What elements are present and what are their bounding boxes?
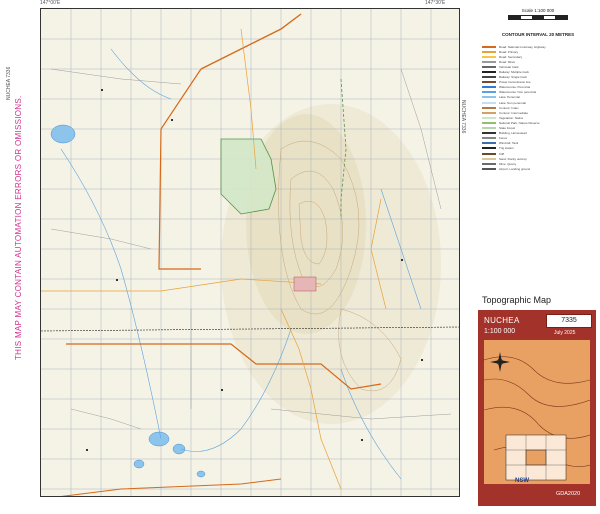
legend-swatch bbox=[482, 60, 496, 63]
legend-label: Road: National motorway, Highway bbox=[499, 44, 546, 49]
legend-swatch bbox=[482, 106, 496, 109]
corner-label-tl: 147°00'E bbox=[40, 0, 61, 6]
legend-swatch bbox=[482, 86, 496, 89]
legend-swatch bbox=[482, 127, 496, 130]
title-block: NUCHEA 1:100 000 7335 July 2025 GDA2020 bbox=[478, 310, 596, 506]
legend-swatch bbox=[482, 91, 496, 94]
topographic-map-heading: Topographic Map bbox=[482, 295, 552, 305]
legend-label: Building, Homestead bbox=[499, 131, 527, 136]
edition-date: July 2025 bbox=[554, 330, 576, 336]
legend-panel: Scale 1:100 000 CONTOUR INTERVAL 20 METR… bbox=[478, 8, 596, 506]
legend-label: Mine, Quarry bbox=[499, 161, 517, 166]
sheet-scale: 1:100 000 bbox=[484, 328, 516, 335]
legend-swatch bbox=[482, 162, 496, 165]
scale-bar-box: Scale 1:100 000 bbox=[508, 8, 568, 28]
legend-label: Road: Minor bbox=[499, 59, 516, 64]
legend-swatch bbox=[482, 55, 496, 58]
legend-swatch bbox=[482, 101, 496, 104]
legend-label: Vegetation: Native bbox=[499, 115, 524, 120]
corner-label-tr: 147°30'E bbox=[425, 0, 446, 6]
scale-bar bbox=[508, 15, 568, 20]
legend-label: Lake: Perennial bbox=[499, 95, 520, 100]
right-margin-label: NUCHEA 7336 bbox=[460, 100, 466, 134]
legend-label: Watercourse: Perennial bbox=[499, 85, 531, 90]
nsw-logo: NSW bbox=[515, 478, 529, 484]
legend-list: Road: National motorway, Highway Road: Pr… bbox=[482, 44, 594, 171]
lake-moonbi bbox=[50, 124, 76, 144]
sheet-name: NUCHEA bbox=[484, 316, 520, 325]
legend-label: Sand, Rocky outcrop bbox=[499, 156, 527, 161]
legend-label: Power transmission line bbox=[499, 80, 531, 85]
legend-label: Railway: Multiple track bbox=[499, 70, 529, 75]
legend-label: Airport, Landing ground bbox=[499, 166, 531, 171]
legend-item: Airport, Landing ground bbox=[482, 166, 594, 171]
scale-title: Scale 1:100 000 bbox=[521, 8, 555, 13]
map-canvas[interactable] bbox=[40, 8, 460, 497]
legend-label: Trig station bbox=[499, 146, 514, 151]
town-moonan bbox=[293, 276, 317, 292]
index-map bbox=[484, 340, 590, 484]
legend-swatch bbox=[482, 65, 496, 68]
legend-swatch bbox=[482, 121, 496, 124]
legend-swatch bbox=[482, 147, 496, 150]
legend-label: Vehicular track bbox=[499, 64, 519, 69]
compass-rose-icon bbox=[490, 352, 510, 372]
legend-swatch bbox=[482, 45, 496, 48]
legend-label: Railway: Single track bbox=[499, 75, 527, 80]
legend-swatch bbox=[482, 111, 496, 114]
left-margin-label: NUCHEA 7336 bbox=[6, 66, 12, 100]
legend-swatch bbox=[482, 81, 496, 84]
legend-label: Lake: Non perennial bbox=[499, 100, 526, 105]
legend-swatch bbox=[482, 76, 496, 79]
datum-label: GDA2020 bbox=[556, 491, 581, 497]
map-svg bbox=[41, 9, 459, 496]
legend-label: Road: Secondary bbox=[499, 54, 523, 59]
legend-swatch bbox=[482, 96, 496, 99]
legend-label: National Park, Nature Reserve bbox=[499, 120, 540, 125]
legend-swatch bbox=[482, 71, 496, 74]
legend-label: Fence bbox=[499, 136, 508, 141]
contour-interval-note: CONTOUR INTERVAL 20 METRES bbox=[501, 32, 575, 37]
legend-swatch bbox=[482, 132, 496, 135]
legend-label: Windmill, Tank bbox=[499, 141, 519, 146]
legend-swatch bbox=[482, 50, 496, 53]
legend-label: Watercourse: Non perennial bbox=[499, 90, 537, 95]
legend-swatch bbox=[482, 167, 496, 170]
sheet-number: 7335 bbox=[546, 314, 592, 328]
legend-label: Road: Primary bbox=[499, 49, 519, 54]
legend-label: Cliff bbox=[499, 151, 505, 156]
legend-swatch bbox=[482, 157, 496, 160]
legend-swatch bbox=[482, 116, 496, 119]
legend-label: Contour: Intermediate bbox=[499, 110, 529, 115]
automation-warning: THIS MAP MAY CONTAIN AUTOMATION ERRORS O… bbox=[14, 95, 23, 360]
legend-label: Contour: Index bbox=[499, 105, 519, 110]
legend-swatch bbox=[482, 137, 496, 140]
legend-swatch bbox=[482, 142, 496, 145]
legend-label: State Forest bbox=[499, 126, 516, 131]
legend-swatch bbox=[482, 152, 496, 155]
